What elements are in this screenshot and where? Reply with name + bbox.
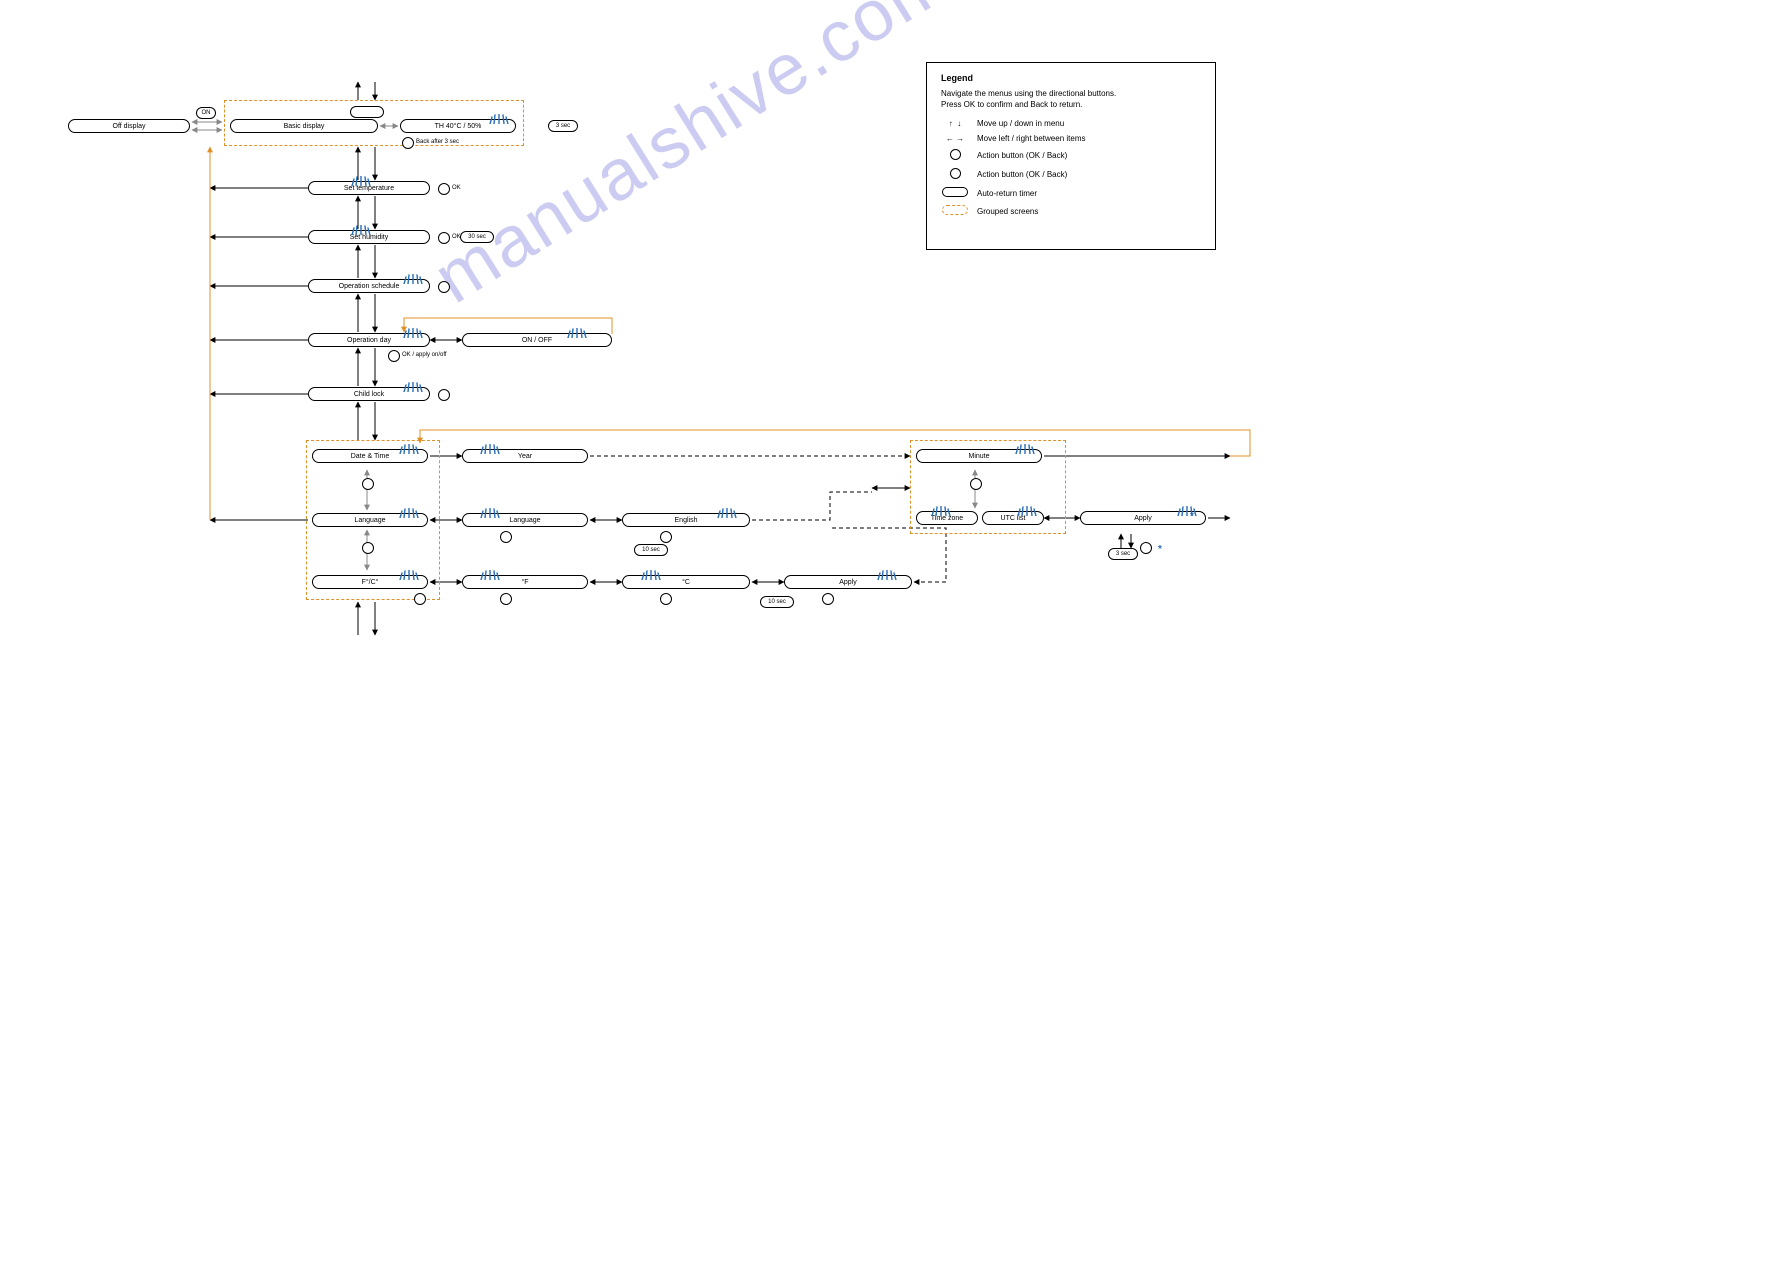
circle-op-sched <box>438 281 450 293</box>
legend-row-pill: Auto-return timer <box>941 187 1201 199</box>
pill-basic-small <box>350 106 384 118</box>
circle-menu-1 <box>362 478 374 490</box>
circle-right-c <box>1140 542 1152 554</box>
label: Date & Time <box>351 453 390 460</box>
node-right-b1: Time zone <box>916 511 978 525</box>
legend-note-2: Press OK to confirm and Back to return. <box>941 100 1201 109</box>
legend-leftright-label: Move left / right between items <box>977 134 1086 143</box>
circle-set-humidity <box>438 232 450 244</box>
label: 3 sec <box>1116 551 1130 557</box>
label: Off display <box>113 123 146 130</box>
pill-content-c2: 10 sec <box>760 596 794 608</box>
label: 10 sec <box>768 599 786 605</box>
label: Language <box>354 517 385 524</box>
label: 10 sec <box>642 547 660 553</box>
circle-content-b1 <box>500 531 512 543</box>
label: Child lock <box>354 391 384 398</box>
label: English <box>675 517 698 524</box>
watermark: manualshive.com <box>420 0 964 320</box>
node-set-humidity: Set humidity <box>308 230 430 244</box>
pill-right-c: 3 sec <box>1108 548 1138 560</box>
label: TH 40°C / 50% <box>435 123 482 130</box>
pill-ambient: 3 sec <box>548 120 578 132</box>
node-right-c: Apply <box>1080 511 1206 525</box>
legend-row-dashed: Grouped screens <box>941 205 1201 217</box>
legend-row-updown: ↑ ↓ Move up / down in menu <box>941 119 1201 128</box>
label: Operation day <box>347 337 391 344</box>
legend-circle-label: Action button (OK / Back) <box>977 151 1067 160</box>
legend-updown-label: Move up / down in menu <box>977 119 1064 128</box>
pill-content-b2: 10 sec <box>634 544 668 556</box>
circle-content-c2 <box>660 593 672 605</box>
node-ambient: TH 40°C / 50% <box>400 119 516 133</box>
legend-box: Legend Navigate the menus using the dire… <box>926 62 1216 250</box>
node-content-b1: Language <box>462 513 588 527</box>
label-set-temp-circ: OK <box>452 185 461 191</box>
circle-ambient <box>402 137 414 149</box>
label: Apply <box>1134 515 1152 522</box>
label: Set humidity <box>350 234 389 241</box>
connector-lines <box>0 0 1787 1263</box>
legend-row-circle2: Action button (OK / Back) <box>941 168 1201 181</box>
label: UTC list <box>1001 515 1026 522</box>
circle-right-a <box>970 478 982 490</box>
node-off-display: Off display <box>68 119 190 133</box>
node-op-day-onoff: ON / OFF <box>462 333 612 347</box>
pill-set-humidity: 30 sec <box>460 231 494 243</box>
node-menu-3: F°/C° <box>312 575 428 589</box>
label: F°/C° <box>362 579 379 586</box>
legend-row-leftright: ← → Move left / right between items <box>941 134 1201 143</box>
legend-note-1: Navigate the menus using the directional… <box>941 89 1201 98</box>
circle-menu-2 <box>362 542 374 554</box>
node-content-c1: °F <box>462 575 588 589</box>
node-basic-display: Basic display <box>230 119 378 133</box>
legend-dashed-label: Grouped screens <box>977 207 1038 216</box>
label: Operation schedule <box>339 283 400 290</box>
label: Year <box>518 453 532 460</box>
node-content-c2: °C <box>622 575 750 589</box>
circle-set-temp <box>438 183 450 195</box>
label: Basic display <box>284 123 325 130</box>
label: 3 sec <box>556 123 570 129</box>
node-right-a: Minute <box>916 449 1042 463</box>
node-set-temp: Set temperature <box>308 181 430 195</box>
label: Apply <box>839 579 857 586</box>
node-menu-1: Date & Time <box>312 449 428 463</box>
node-child-lock: Child lock <box>308 387 430 401</box>
node-menu-2: Language <box>312 513 428 527</box>
circle-content-c1 <box>500 593 512 605</box>
circle-menu-3 <box>414 593 426 605</box>
pill-on: ON <box>196 107 216 119</box>
label: ON <box>202 110 211 116</box>
label: 30 sec <box>468 234 486 240</box>
node-op-day: Operation day <box>308 333 430 347</box>
label-ambient-circ: Back after 3 sec <box>416 139 459 145</box>
circle-op-day <box>388 350 400 362</box>
label: Minute <box>968 453 989 460</box>
node-op-schedule: Operation schedule <box>308 279 430 293</box>
node-content-a1: Year <box>462 449 588 463</box>
label: Language <box>509 517 540 524</box>
node-content-b2: English <box>622 513 750 527</box>
label: °C <box>682 579 690 586</box>
label: ON / OFF <box>522 337 552 344</box>
legend-row-circle: Action button (OK / Back) <box>941 149 1201 162</box>
asterisk-right-c2: * <box>1158 544 1162 555</box>
circle-child-lock <box>438 389 450 401</box>
node-right-b2: UTC list <box>982 511 1044 525</box>
node-content-c3: Apply <box>784 575 912 589</box>
label: Set temperature <box>344 185 394 192</box>
asterisk-right-c: * <box>1190 511 1194 522</box>
legend-pill-label: Auto-return timer <box>977 189 1037 198</box>
legend-circle2-label: Action button (OK / Back) <box>977 170 1067 179</box>
legend-title: Legend <box>941 73 1201 83</box>
label-op-day-circ: OK / apply on/off <box>402 352 447 358</box>
label: Time zone <box>931 515 963 522</box>
circle-content-b2 <box>660 531 672 543</box>
circle-content-c3 <box>822 593 834 605</box>
label: °F <box>521 579 528 586</box>
